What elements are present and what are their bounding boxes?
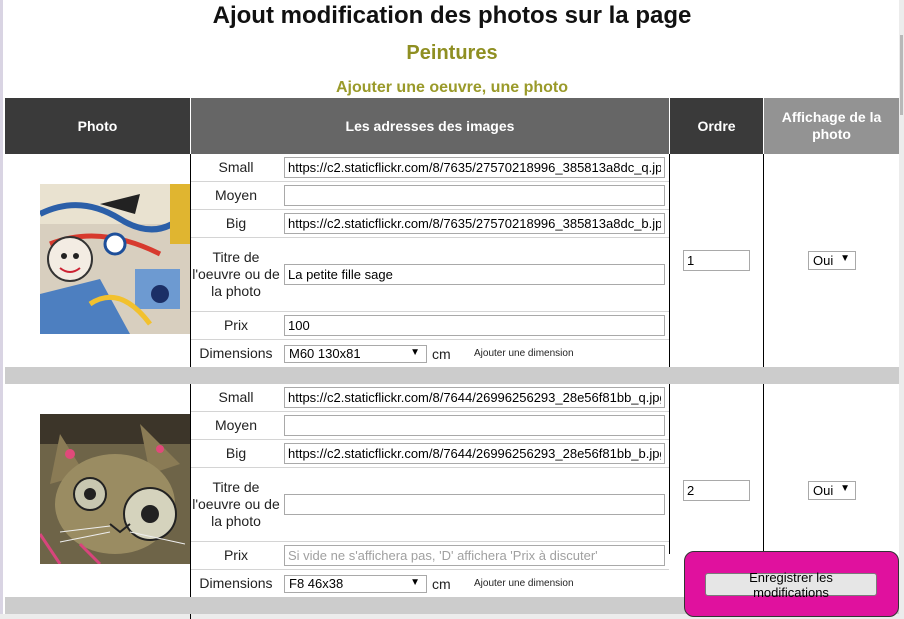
section-title: Peintures (406, 42, 498, 64)
artwork-thumbnail[interactable] (40, 414, 190, 564)
title-label: Titre de l'oeuvre ou de la photo (192, 249, 280, 299)
big-label: Big (225, 445, 247, 461)
moyen-url-row: Moyen (191, 182, 669, 210)
dimensions-row: Dimensions M60 130x81 ▼ cm Ajouter une d… (191, 340, 669, 367)
artwork-title-input[interactable] (284, 264, 665, 285)
order-input[interactable] (683, 480, 750, 501)
price-input[interactable] (284, 315, 665, 336)
dimension-value: F8 46x38 (289, 576, 344, 591)
unit-label: cm (432, 345, 451, 362)
save-button[interactable]: Enregistrer les modifications (705, 570, 877, 600)
price-label: Prix (223, 317, 249, 333)
chevron-down-icon: ▼ (410, 576, 420, 588)
moyen-label: Moyen (214, 187, 258, 203)
moyen-url-row: Moyen (191, 412, 669, 440)
header-ordre: Ordre (670, 98, 763, 154)
header-urls: Les adresses des images (191, 98, 669, 154)
big-url-row: Big (191, 440, 669, 468)
unit-label: cm (432, 575, 451, 592)
big-label: Big (225, 215, 247, 231)
display-select[interactable]: Oui ▼ (808, 481, 856, 500)
dimensions-label: Dimensions (199, 575, 273, 591)
display-value: Oui (813, 253, 834, 268)
title-row: Titre de l'oeuvre ou de la photo (191, 238, 669, 312)
add-dimension-link[interactable]: Ajouter une dimension (474, 348, 574, 359)
chevron-down-icon: ▼ (840, 483, 850, 494)
display-select[interactable]: Oui ▼ (808, 251, 856, 270)
display-value: Oui (813, 483, 834, 498)
column-divider (669, 384, 670, 554)
dimension-select[interactable]: F8 46x38 ▼ (284, 574, 427, 593)
small-label: Small (218, 159, 254, 175)
add-dimension-link[interactable]: Ajouter une dimension (474, 578, 574, 589)
dimensions-row: Dimensions F8 46x38 ▼ cm Ajouter une dim… (191, 570, 669, 597)
price-label: Prix (223, 547, 249, 563)
column-divider (763, 154, 764, 367)
header-photo: Photo (5, 98, 190, 154)
moyen-url-input[interactable] (284, 185, 665, 206)
price-input[interactable] (284, 545, 665, 566)
page-title: Ajout modification des photos sur la pag… (212, 2, 692, 29)
big-url-input[interactable] (284, 213, 665, 234)
artwork-thumbnail[interactable] (40, 184, 190, 334)
artwork-title-input[interactable] (284, 494, 665, 515)
dimension-select[interactable]: M60 130x81 ▼ (284, 344, 427, 363)
save-panel: Enregistrer les modifications (684, 551, 899, 617)
small-url-input[interactable] (284, 157, 665, 178)
chevron-down-icon: ▼ (410, 346, 420, 358)
big-url-row: Big (191, 210, 669, 238)
big-url-input[interactable] (284, 443, 665, 464)
header-affichage: Affichage de la photo (764, 98, 899, 154)
small-url-row: Small (191, 384, 669, 412)
title-label: Titre de l'oeuvre ou de la photo (192, 479, 280, 529)
small-url-input[interactable] (284, 387, 665, 408)
dimensions-label: Dimensions (199, 345, 273, 361)
moyen-label: Moyen (214, 417, 258, 433)
dimension-value: M60 130x81 (289, 346, 361, 361)
moyen-url-input[interactable] (284, 415, 665, 436)
small-label: Small (218, 389, 254, 405)
price-row: Prix (191, 312, 669, 340)
row-separator (5, 367, 899, 384)
add-artwork-link[interactable]: Ajouter une oeuvre, une photo (0, 79, 904, 97)
column-divider (669, 154, 670, 367)
order-input[interactable] (683, 250, 750, 271)
title-row: Titre de l'oeuvre ou de la photo (191, 468, 669, 542)
chevron-down-icon: ▼ (840, 253, 850, 264)
small-url-row: Small (191, 154, 669, 182)
column-divider (763, 384, 764, 554)
price-row: Prix (191, 542, 669, 570)
